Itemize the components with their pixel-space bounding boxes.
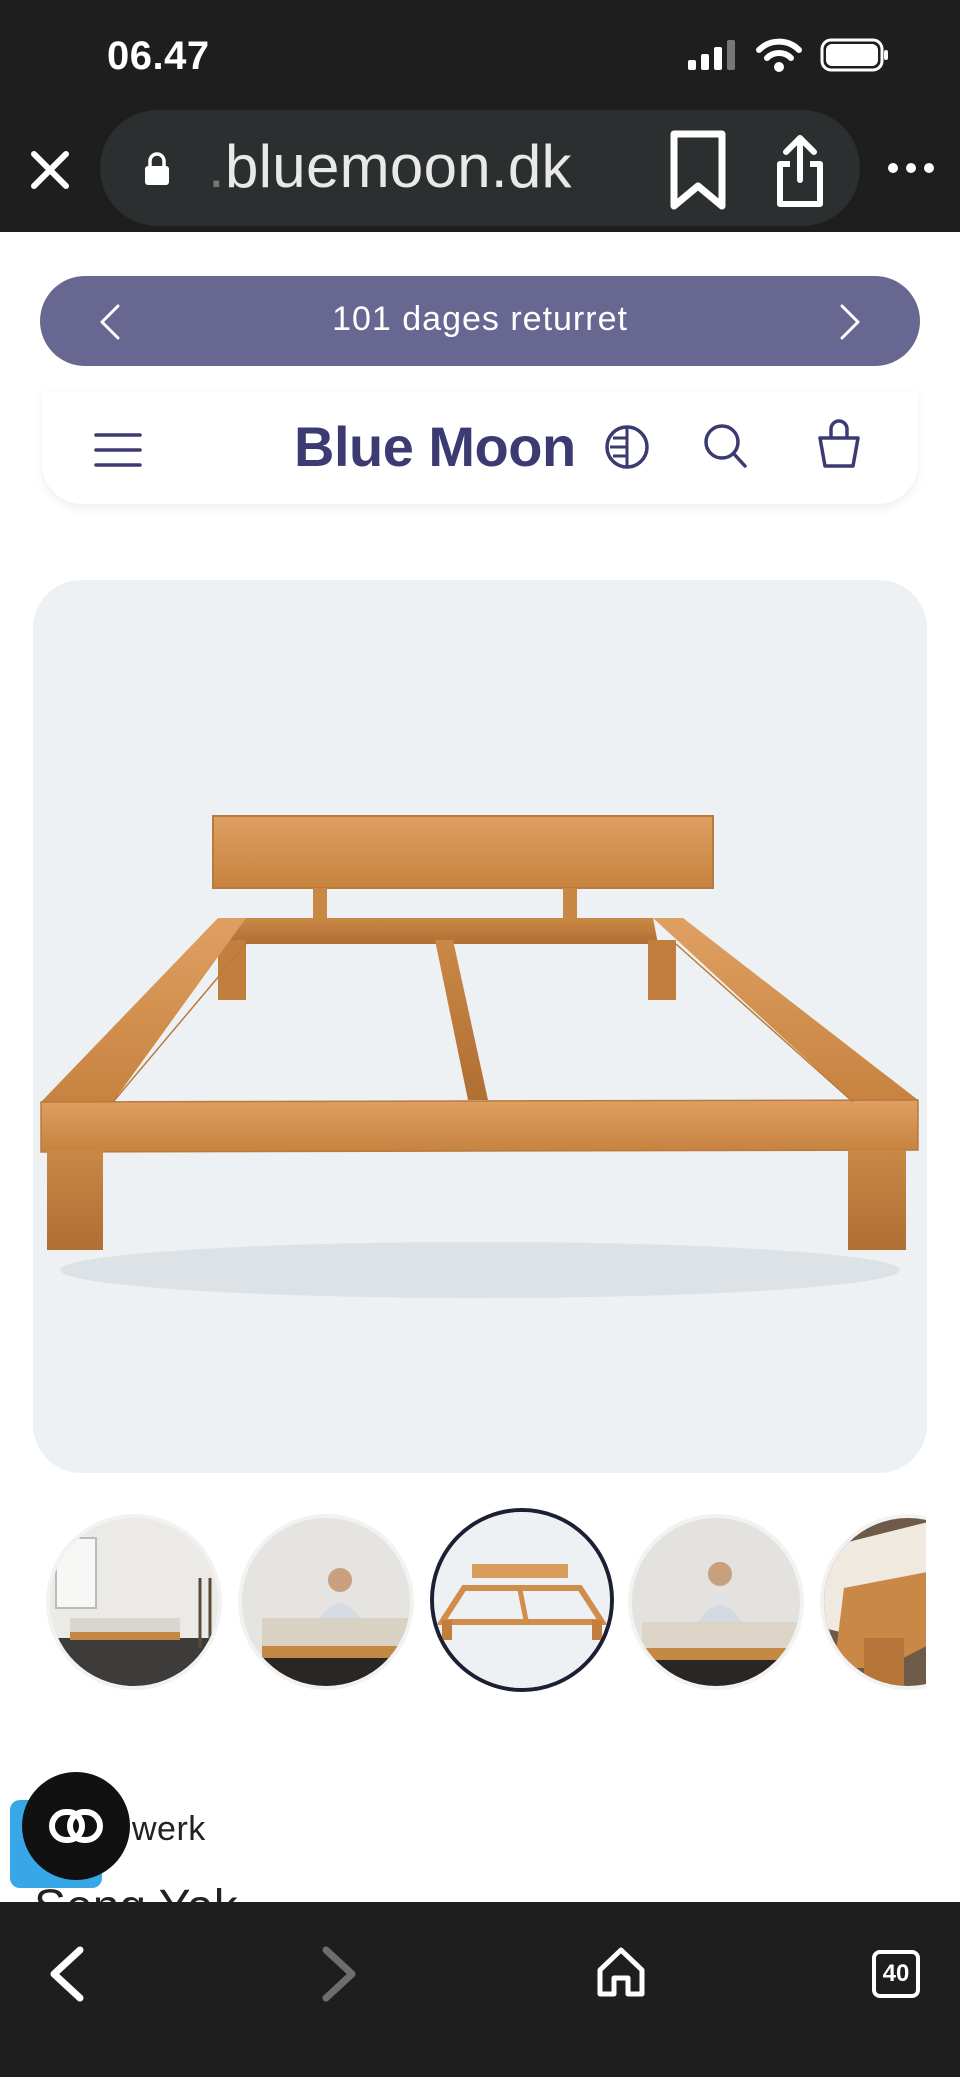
share-icon[interactable]	[772, 134, 828, 208]
chat-link-icon	[49, 1809, 103, 1843]
thumbnail-person-image	[242, 1518, 410, 1686]
lock-icon	[145, 152, 169, 185]
thumbnail-bed-frame[interactable]	[430, 1508, 614, 1692]
status-bar: 06.47	[0, 0, 960, 110]
browser-bottom-toolbar: 40	[0, 1902, 960, 2077]
address-bar[interactable]: .bluemoon.dk	[100, 110, 860, 226]
url-prefix: .	[208, 133, 225, 200]
promo-next-icon[interactable]	[838, 302, 862, 342]
moon-logo-icon	[605, 425, 649, 469]
product-main-image[interactable]	[33, 580, 927, 1473]
bookmark-icon[interactable]	[666, 130, 730, 212]
thumbnail-corner-detail[interactable]	[820, 1514, 926, 1690]
back-arrow-icon[interactable]	[46, 1946, 86, 2002]
url-domain: bluemoon.dk	[224, 133, 572, 200]
thumbnail-person-sitting[interactable]	[628, 1514, 804, 1690]
site-header: Blue Moon	[42, 392, 918, 504]
wifi-icon	[756, 38, 802, 72]
thumbnail-person-on-bed[interactable]	[238, 1514, 414, 1690]
thumbnail-room-image	[50, 1518, 218, 1686]
promo-banner: 101 dages returret	[40, 276, 920, 366]
tab-count-button[interactable]: 40	[872, 1950, 920, 1998]
battery-icon	[820, 38, 888, 72]
chat-button[interactable]	[22, 1772, 130, 1880]
gallery-thumbnails	[44, 1508, 926, 1696]
status-icons	[688, 38, 890, 72]
web-page: 101 dages returret Blue Moon werk	[0, 232, 960, 1902]
hamburger-menu-icon[interactable]	[94, 432, 142, 468]
product-category[interactable]: werk	[132, 1810, 206, 1849]
home-icon[interactable]	[596, 1946, 646, 1998]
thumbnail-corner-detail-image	[824, 1518, 926, 1686]
cellular-signal-icon	[688, 40, 735, 70]
status-time: 06.47	[107, 34, 210, 78]
more-options-icon[interactable]	[886, 156, 936, 180]
promo-text: 101 dages returret	[332, 300, 628, 338]
forward-arrow-icon[interactable]	[320, 1946, 360, 2002]
browser-toolbar: .bluemoon.dk	[0, 110, 960, 232]
thumbnail-person-sitting-image	[632, 1518, 800, 1686]
bed-frame-illustration	[40, 815, 919, 1298]
shopping-bag-icon[interactable]	[817, 418, 861, 470]
close-icon[interactable]	[26, 146, 74, 194]
search-icon[interactable]	[702, 422, 748, 470]
thumbnail-room-view[interactable]	[46, 1514, 222, 1690]
thumbnail-bed-frame-image	[434, 1512, 610, 1688]
url-text: .bluemoon.dk	[208, 132, 572, 201]
brand-logo[interactable]: Blue Moon	[294, 414, 576, 479]
